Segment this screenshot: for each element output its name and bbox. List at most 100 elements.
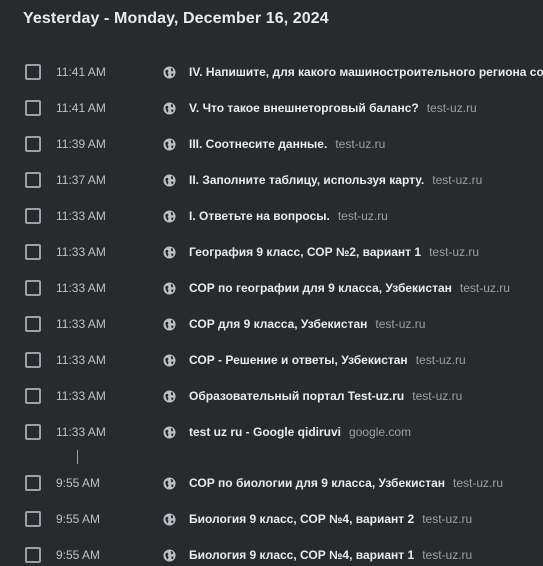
row-domain: test-uz.ru — [453, 476, 504, 490]
history-row[interactable]: 11:33 AM Образовательный портал Test-uz.… — [0, 378, 543, 414]
history-row[interactable]: 11:33 AM I. Ответьте на вопросы. test-uz.… — [0, 198, 543, 234]
row-checkbox[interactable] — [25, 244, 41, 260]
history-panel: Yesterday - Monday, December 16, 2024 11… — [0, 0, 543, 566]
row-entry[interactable]: test uz ru - Google qidiruvi google.com — [189, 425, 411, 439]
history-row[interactable]: 11:33 AM СОР - Решение и ответы, Узбекис… — [0, 342, 543, 378]
row-title[interactable]: Образовательный портал Test-uz.ru — [189, 389, 404, 403]
row-checkbox[interactable] — [25, 280, 41, 296]
globe-icon — [162, 137, 176, 151]
history-row[interactable]: 9:55 AM СОР по биологии для 9 класса, Уз… — [0, 465, 543, 501]
row-time: 11:33 AM — [56, 317, 106, 331]
row-entry[interactable]: I. Ответьте на вопросы. test-uz.ru — [189, 209, 388, 223]
globe-icon — [162, 548, 176, 562]
row-domain: test-uz.ru — [426, 101, 477, 115]
row-checkbox[interactable] — [25, 352, 41, 368]
row-checkbox[interactable] — [25, 511, 41, 527]
row-entry[interactable]: СОР по биологии для 9 класса, Узбекистан… — [189, 476, 503, 490]
row-checkbox[interactable] — [25, 475, 41, 491]
row-time: 9:55 AM — [56, 512, 101, 526]
row-title[interactable]: СОР по географии для 9 класса, Узбекиста… — [189, 281, 452, 295]
globe-icon — [162, 512, 176, 526]
row-checkbox[interactable] — [25, 100, 41, 116]
row-entry[interactable]: СОР - Решение и ответы, Узбекистан test-u… — [189, 353, 466, 367]
row-domain: test-uz.ru — [415, 353, 466, 367]
globe-icon — [162, 65, 176, 79]
row-time: 11:37 AM — [56, 173, 106, 187]
history-row[interactable]: 11:41 AM IV. Напишите, для какого машино… — [0, 54, 543, 90]
row-entry[interactable]: II. Заполните таблицу, используя карту. t… — [189, 173, 482, 187]
row-checkbox[interactable] — [25, 172, 41, 188]
globe-icon — [162, 476, 176, 490]
row-domain: test-uz.ru — [335, 137, 386, 151]
row-entry[interactable]: V. Что такое внешнеторговый баланс? test-… — [189, 101, 477, 115]
row-domain: google.com — [349, 425, 412, 439]
row-time: 11:41 AM — [56, 65, 106, 79]
row-domain: test-uz.ru — [459, 281, 510, 295]
globe-icon — [162, 101, 176, 115]
history-row[interactable]: 11:39 AM III. Соотнесите данные. test-uz.… — [0, 126, 543, 162]
history-row[interactable]: 9:55 AM Биология 9 класс, СОР №4, вариан… — [0, 501, 543, 537]
row-entry[interactable]: СОР по географии для 9 класса, Узбекиста… — [189, 281, 510, 295]
row-time: 11:33 AM — [56, 353, 106, 367]
row-time: 11:41 AM — [56, 101, 106, 115]
globe-icon — [162, 173, 176, 187]
globe-icon — [162, 425, 176, 439]
globe-icon — [162, 353, 176, 367]
row-checkbox[interactable] — [25, 136, 41, 152]
row-title[interactable]: I. Ответьте на вопросы. — [189, 209, 330, 223]
globe-icon — [162, 389, 176, 403]
globe-icon — [162, 209, 176, 223]
row-domain: test-uz.ru — [412, 389, 463, 403]
row-entry[interactable]: Образовательный портал Test-uz.ru test-uz… — [189, 389, 462, 403]
globe-icon — [162, 317, 176, 331]
row-entry[interactable]: География 9 класс, СОР №2, вариант 1 test… — [189, 245, 479, 259]
row-time: 11:33 AM — [56, 425, 106, 439]
row-title[interactable]: География 9 класс, СОР №2, вариант 1 — [189, 245, 421, 259]
row-title[interactable]: СОР по биологии для 9 класса, Узбекистан — [189, 476, 445, 490]
globe-icon — [162, 281, 176, 295]
row-entry[interactable]: Биология 9 класс, СОР №4, вариант 2 test-… — [189, 512, 472, 526]
row-title[interactable]: СОР - Решение и ответы, Узбекистан — [189, 353, 408, 367]
history-row[interactable]: 11:33 AM СОР для 9 класса, Узбекистан tes… — [0, 306, 543, 342]
row-domain: test-uz.ru — [422, 548, 473, 562]
globe-icon — [162, 245, 176, 259]
history-row[interactable]: 11:41 AM V. Что такое внешнеторговый бал… — [0, 90, 543, 126]
row-domain: test-uz.ru — [429, 245, 480, 259]
row-title[interactable]: СОР для 9 класса, Узбекистан — [189, 317, 367, 331]
day-header: Yesterday - Monday, December 16, 2024 — [23, 10, 329, 27]
history-row[interactable]: 11:33 AM test uz ru - Google qidiruvi goo… — [0, 414, 543, 450]
row-checkbox[interactable] — [25, 208, 41, 224]
row-domain: test-uz.ru — [422, 512, 473, 526]
row-checkbox[interactable] — [25, 316, 41, 332]
row-title[interactable]: V. Что такое внешнеторговый баланс? — [189, 101, 419, 115]
row-time: 9:55 AM — [56, 476, 101, 490]
row-title[interactable]: Биология 9 класс, СОР №4, вариант 2 — [189, 512, 414, 526]
row-checkbox[interactable] — [25, 424, 41, 440]
row-checkbox[interactable] — [25, 64, 41, 80]
row-entry[interactable]: Биология 9 класс, СОР №4, вариант 1 test-… — [189, 548, 472, 562]
row-time: 11:33 AM — [56, 209, 106, 223]
row-title[interactable]: Биология 9 класс, СОР №4, вариант 1 — [189, 548, 414, 562]
row-entry[interactable]: III. Соотнесите данные. test-uz.ru — [189, 137, 385, 151]
row-time: 11:33 AM — [56, 281, 106, 295]
row-time: 11:33 AM — [56, 389, 106, 403]
row-title[interactable]: III. Соотнесите данные. — [189, 137, 327, 151]
row-title[interactable]: test uz ru - Google qidiruvi — [189, 425, 341, 439]
row-domain: test-uz.ru — [337, 209, 388, 223]
row-title[interactable]: II. Заполните таблицу, используя карту. — [189, 173, 424, 187]
time-gap-separator — [77, 450, 78, 464]
row-time: 11:39 AM — [56, 137, 106, 151]
history-row[interactable]: 11:33 AM География 9 класс, СОР №2, вари… — [0, 234, 543, 270]
row-time: 9:55 AM — [56, 548, 101, 562]
history-row[interactable]: 9:55 AM Биология 9 класс, СОР №4, вариан… — [0, 537, 543, 566]
row-domain: test-uz.ru — [375, 317, 426, 331]
row-entry[interactable]: СОР для 9 класса, Узбекистан test-uz.ru — [189, 317, 425, 331]
row-domain: test-uz.ru — [432, 173, 483, 187]
history-row[interactable]: 11:37 AM II. Заполните таблицу, использу… — [0, 162, 543, 198]
history-row[interactable]: 11:33 AM СОР по географии для 9 класса, … — [0, 270, 543, 306]
row-time: 11:33 AM — [56, 245, 106, 259]
row-title[interactable]: IV. Напишите, для какого машиностроитель… — [189, 65, 543, 79]
row-entry[interactable]: IV. Напишите, для какого машиностроитель… — [189, 65, 543, 79]
row-checkbox[interactable] — [25, 547, 41, 563]
row-checkbox[interactable] — [25, 388, 41, 404]
